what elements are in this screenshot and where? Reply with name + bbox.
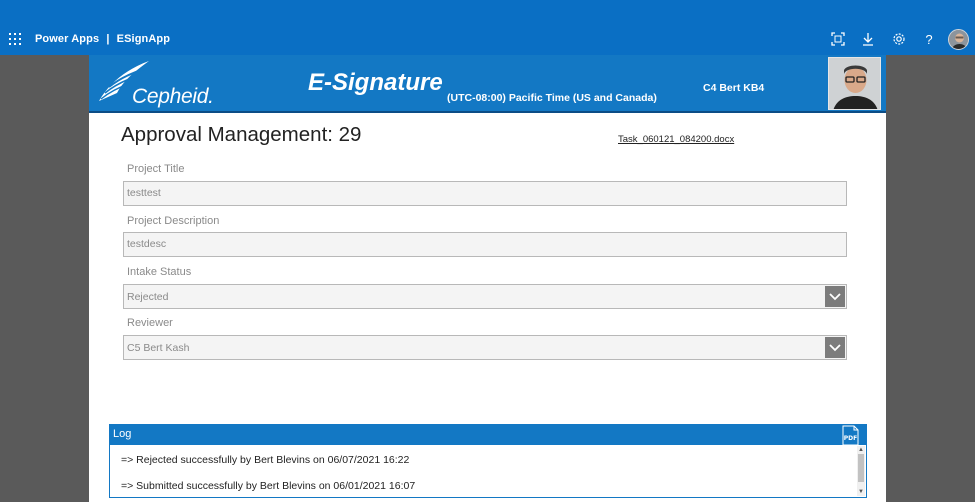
reviewer-label: Reviewer xyxy=(127,317,173,329)
intake-status-value: Rejected xyxy=(127,291,169,303)
app-breadcrumb: Power Apps | ESignApp xyxy=(35,33,170,45)
pdf-export-icon[interactable]: PDF xyxy=(841,425,860,446)
log-entry: => Submitted successfully by Bert Blevin… xyxy=(121,480,416,492)
app-canvas: Cepheid. E-Signature (UTC-08:00) Pacific… xyxy=(89,55,886,502)
reviewer-dropdown[interactable]: C5 Bert Kash xyxy=(123,335,847,360)
app-header: Cepheid. E-Signature (UTC-08:00) Pacific… xyxy=(89,55,886,113)
cepheid-logo: Cepheid. xyxy=(95,57,215,109)
log-title: Log xyxy=(113,428,132,440)
log-panel: Log PDF => Rejected successfully by Bert… xyxy=(109,424,867,498)
log-list[interactable]: => Rejected successfully by Bert Blevins… xyxy=(110,445,857,497)
waffle-icon[interactable] xyxy=(9,33,21,45)
help-icon[interactable]: ? xyxy=(921,31,937,47)
chevron-down-icon[interactable] xyxy=(825,286,845,307)
download-icon[interactable] xyxy=(860,31,876,47)
svg-text:PDF: PDF xyxy=(844,435,857,442)
brand-label[interactable]: Power Apps xyxy=(35,33,99,45)
log-entry: => Rejected successfully by Bert Blevins… xyxy=(121,454,410,466)
user-avatar[interactable] xyxy=(948,29,969,50)
fit-screen-icon[interactable] xyxy=(830,31,846,47)
scrollbar-thumb[interactable] xyxy=(858,454,864,482)
app-title: E-Signature xyxy=(308,69,443,96)
logo-text: Cepheid. xyxy=(132,85,214,108)
powerapps-topbar: Power Apps | ESignApp ? xyxy=(0,0,975,55)
project-title-label: Project Title xyxy=(127,163,185,175)
log-scrollbar[interactable]: ▲ ▼ xyxy=(857,446,865,496)
project-title-input[interactable]: testtest xyxy=(123,181,847,206)
intake-status-label: Intake Status xyxy=(127,266,192,278)
project-description-label: Project Description xyxy=(127,215,220,227)
log-header: Log PDF xyxy=(110,425,866,446)
scroll-down-icon[interactable]: ▼ xyxy=(858,489,864,495)
app-name-label: ESignApp xyxy=(116,33,171,45)
user-name-label: C4 Bert KB4 xyxy=(703,82,765,94)
user-photo xyxy=(828,57,881,110)
reviewer-value: C5 Bert Kash xyxy=(127,342,190,354)
settings-icon[interactable] xyxy=(891,31,907,47)
document-link[interactable]: Task_060121_084200.docx xyxy=(618,134,734,145)
intake-status-dropdown[interactable]: Rejected xyxy=(123,284,847,309)
timezone-label: (UTC-08:00) Pacific Time (US and Canada) xyxy=(447,92,657,104)
project-description-input[interactable]: testdesc xyxy=(123,232,847,257)
scroll-up-icon[interactable]: ▲ xyxy=(858,447,864,453)
chevron-down-icon[interactable] xyxy=(825,337,845,358)
page-title: Approval Management: 29 xyxy=(121,123,362,146)
breadcrumb-separator: | xyxy=(106,33,110,45)
